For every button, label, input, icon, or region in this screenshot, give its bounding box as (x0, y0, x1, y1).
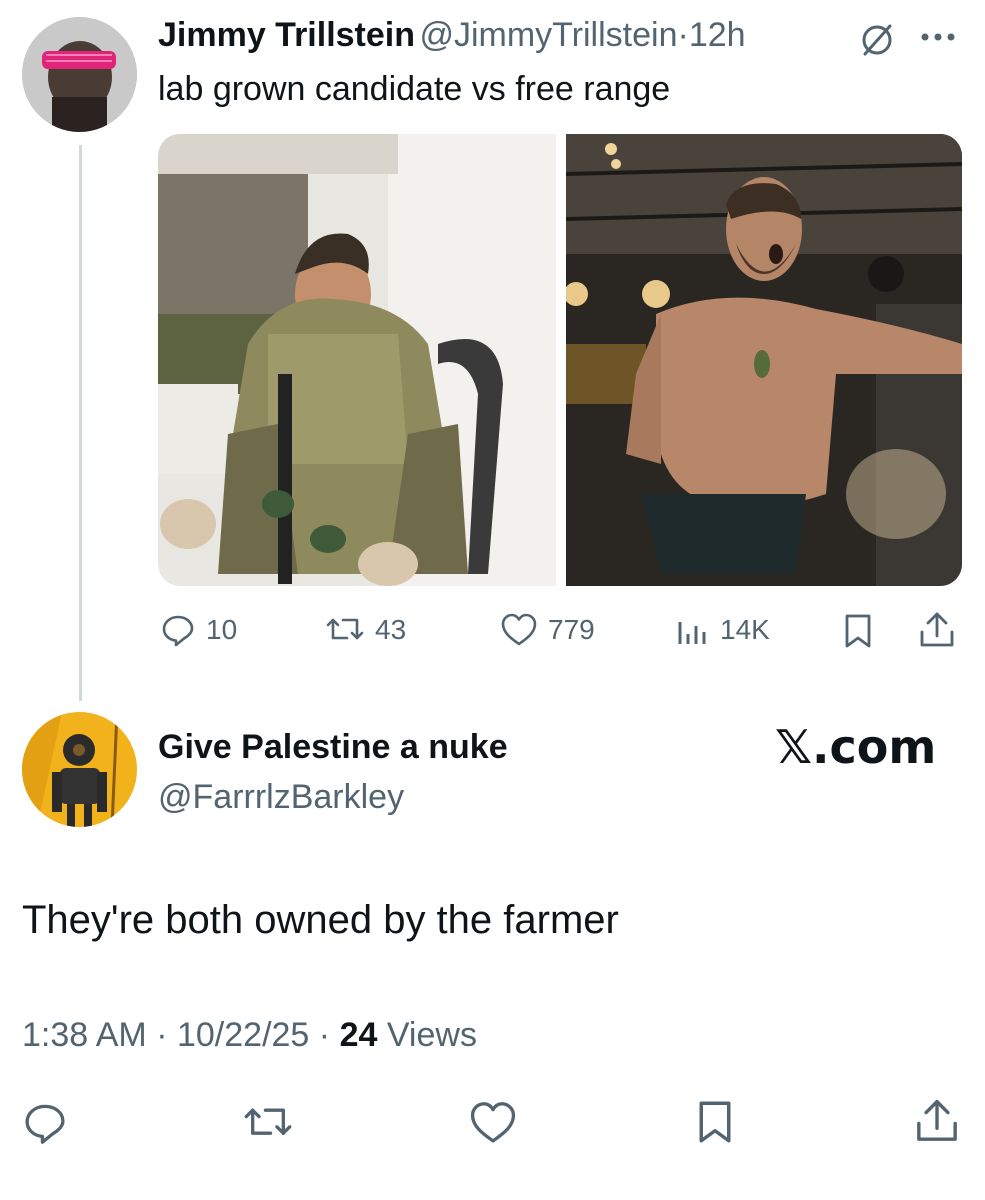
reply-action[interactable]: 10 (160, 612, 237, 648)
photo-shirtless-man-party[interactable] (566, 134, 962, 586)
share-action[interactable] (918, 610, 956, 655)
reply-date[interactable]: 10/22/25 (177, 1016, 309, 1054)
reply-like-button[interactable] (468, 1100, 518, 1146)
reply-tweet-text: They're both owned by the farmer (22, 898, 619, 942)
reply-views-label: Views (386, 1016, 477, 1054)
share-icon (920, 612, 954, 647)
separator-dot: · (318, 1016, 331, 1054)
parent-author-handle[interactable]: @JimmyTrillstein (419, 16, 677, 54)
parent-tweet-time[interactable]: 12h (689, 16, 746, 54)
reply-author-handle[interactable]: @FarrrlzBarkley (158, 778, 404, 817)
x-brand-watermark: 𝕏.com (775, 720, 937, 774)
reply-author-name[interactable]: Give Palestine a nuke (158, 728, 508, 767)
like-action[interactable]: 779 (500, 612, 595, 648)
bookmark-icon (845, 614, 871, 648)
bookmark-action[interactable] (842, 612, 874, 655)
reply-share-button[interactable] (914, 1096, 960, 1146)
reply-repost-button[interactable] (242, 1100, 294, 1146)
avatar-robot-yellow-icon (22, 712, 137, 827)
heart-icon (470, 1102, 516, 1143)
reply-reply-button[interactable] (22, 1100, 68, 1146)
parent-author-avatar[interactable] (22, 17, 137, 132)
views-action[interactable]: 14K (676, 612, 770, 648)
repost-action[interactable]: 43 (325, 612, 406, 648)
reply-views-count: 24 (339, 1016, 378, 1054)
photo-soldier-uniform[interactable] (158, 134, 556, 586)
share-icon (917, 1099, 957, 1141)
views-count: 14K (720, 614, 770, 645)
repost-icon (326, 618, 364, 640)
bookmark-icon (699, 1101, 731, 1143)
avatar-pink-sunglasses-icon (22, 17, 137, 132)
grok-slash-icon[interactable] (857, 20, 897, 65)
heart-icon (501, 613, 537, 646)
reply-count: 10 (206, 614, 238, 645)
parent-tweet-header: Jimmy Trillstein @JimmyTrillstein·12h (158, 16, 746, 55)
parent-author-name[interactable]: Jimmy Trillstein (158, 16, 415, 54)
more-options-icon[interactable] (918, 22, 958, 57)
views-chart-icon (678, 622, 706, 644)
reply-author-avatar[interactable] (22, 712, 137, 827)
separator-dot: · (156, 1016, 168, 1054)
parent-tweet-media[interactable] (158, 134, 962, 586)
parent-tweet-text: lab grown candidate vs free range (158, 70, 671, 108)
repost-count: 43 (375, 614, 407, 645)
reply-bookmark-button[interactable] (695, 1098, 735, 1146)
thread-connector-line (79, 145, 82, 701)
reply-icon (25, 1104, 65, 1144)
like-count: 779 (548, 614, 595, 645)
reply-meta: 1:38 AM · 10/22/25 · 24 Views (22, 1016, 477, 1055)
separator-dot: · (677, 16, 689, 54)
repost-icon (244, 1108, 292, 1135)
reply-time[interactable]: 1:38 AM (22, 1016, 147, 1054)
reply-icon (162, 615, 194, 647)
